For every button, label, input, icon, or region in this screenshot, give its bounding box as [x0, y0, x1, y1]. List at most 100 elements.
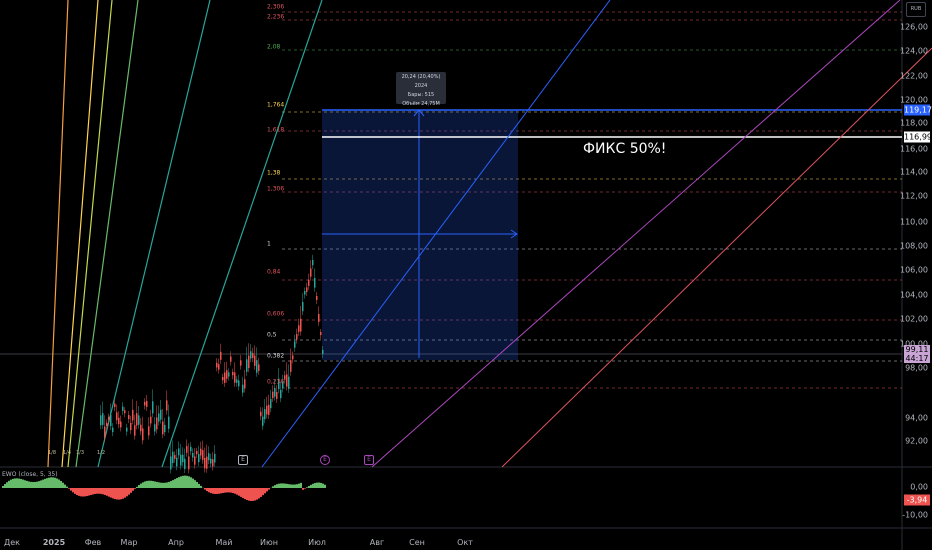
candle-body — [132, 409, 134, 421]
candle-body — [294, 341, 296, 348]
candle-body — [102, 413, 104, 425]
ewo-bar — [22, 479, 24, 488]
measure-info-box: 20,24 (20,40%) 2024 Бары: 515 Объём 24,7… — [396, 72, 446, 107]
candle-body — [168, 416, 170, 429]
candle-body — [272, 391, 274, 399]
fan-label: 1/3 — [76, 450, 85, 456]
ewo-bar — [60, 480, 62, 488]
measure-rect[interactable] — [322, 110, 518, 360]
ewo-bar — [266, 488, 268, 492]
price-axis-label: 110,00 — [900, 217, 928, 227]
ewo-bar — [234, 488, 236, 494]
currency-button[interactable]: RUB — [906, 2, 926, 17]
measure-bars: Бары: 515 — [407, 92, 435, 98]
ewo-bar — [68, 488, 70, 489]
candle-body — [110, 414, 112, 427]
ewo-bar — [126, 488, 128, 497]
candle-body — [254, 355, 256, 366]
target-price-tag: 119,17 — [904, 104, 932, 116]
fan-label: 1/4 — [63, 450, 72, 456]
candle-body — [264, 409, 266, 420]
candle-body — [242, 384, 244, 393]
time-axis-label: Фев — [84, 538, 102, 547]
ewo-bar — [128, 488, 130, 495]
price-axis-label: 98,00 — [905, 363, 928, 373]
candle-body — [266, 405, 268, 415]
price-axis-label: 120,00 — [900, 95, 928, 105]
candle-body — [214, 453, 216, 463]
ewo-bar — [10, 479, 12, 488]
ewo-bar — [220, 488, 222, 494]
ewo-bar — [226, 488, 228, 493]
candle-body — [164, 424, 166, 433]
candle-body — [314, 278, 316, 288]
fib-level-label: 2,306 — [267, 3, 285, 11]
candle-body — [118, 417, 120, 425]
fib-level-label: 1,38 — [267, 169, 281, 177]
ewo-bar — [302, 488, 304, 490]
price-chart[interactable] — [0, 0, 932, 550]
candle-body — [140, 424, 142, 432]
candle-body — [152, 401, 154, 414]
ewo-bar — [66, 486, 68, 488]
ewo-bar — [286, 483, 288, 488]
candle-body — [222, 377, 224, 381]
ewo-bar — [180, 476, 182, 488]
ewo-bar — [116, 488, 118, 500]
ewo-bar — [92, 488, 94, 495]
candle-body — [236, 379, 238, 383]
price-axis-label: 122,00 — [900, 71, 928, 81]
candle-body — [208, 453, 210, 461]
ewo-bar — [20, 478, 22, 488]
candle-body — [196, 450, 198, 455]
candle-body — [180, 454, 182, 466]
candle-body — [248, 355, 250, 369]
ewo-bar — [174, 479, 176, 488]
ewo-bar — [16, 478, 18, 488]
ewo-bar — [72, 488, 74, 493]
ewo-bar — [48, 477, 50, 488]
ewo-bar — [164, 482, 166, 488]
candle-body — [292, 355, 294, 360]
candle-body — [262, 416, 264, 426]
candle-body — [244, 379, 246, 389]
ewo-bar — [54, 477, 56, 488]
ewo-bar — [36, 481, 38, 488]
ewo-bar — [156, 481, 158, 488]
event-marker[interactable]: E — [364, 455, 374, 465]
ewo-label[interactable]: EWO (close, 5, 35) — [2, 471, 58, 478]
ewo-bar — [24, 480, 26, 488]
ewo-bar — [50, 477, 52, 488]
ewo-bar — [38, 481, 40, 488]
ewo-bar — [18, 478, 20, 488]
event-marker[interactable]: E — [320, 455, 330, 465]
ewo-bar — [276, 484, 278, 488]
ewo-bar — [178, 477, 180, 488]
fib-level-label: 1 — [267, 240, 271, 248]
ewo-bar — [26, 480, 28, 488]
fib-level-label: 1,764 — [267, 101, 285, 109]
ewo-bar — [160, 482, 162, 488]
ewo-bar — [228, 488, 230, 493]
ewo-bar — [278, 483, 280, 488]
fib-level-label: 0,5 — [267, 331, 277, 339]
price-axis-label: 94,00 — [905, 413, 928, 423]
candle-body — [320, 332, 322, 336]
price-axis-label: 92,00 — [905, 436, 928, 446]
candle-body — [258, 364, 260, 371]
candle-body — [148, 426, 150, 436]
ewo-bar — [110, 488, 112, 498]
ewo-bar — [244, 488, 246, 500]
ewo-bar — [324, 484, 326, 488]
ewo-bar — [304, 488, 306, 489]
last-price-countdown: 44:17 — [905, 354, 929, 363]
price-axis-label: 124,00 — [900, 46, 928, 56]
price-axis-label: 104,00 — [900, 290, 928, 300]
event-marker[interactable]: E — [238, 455, 248, 465]
ewo-bar — [90, 488, 92, 495]
ewo-bar — [40, 480, 42, 488]
candle-body — [284, 375, 286, 380]
ewo-bar — [100, 488, 102, 494]
ewo-bar — [28, 481, 30, 488]
ewo-bar — [176, 478, 178, 488]
